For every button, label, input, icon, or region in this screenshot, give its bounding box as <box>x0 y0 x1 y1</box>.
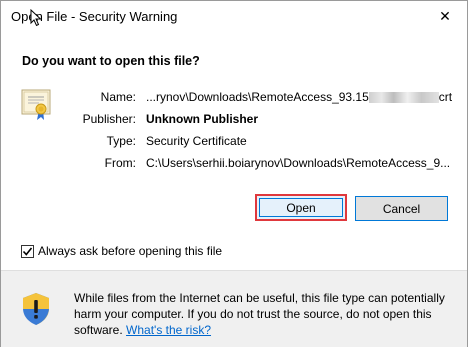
dialog-body: Do you want to open this file? Name: ...… <box>1 33 467 270</box>
open-button-label: Open <box>286 200 316 215</box>
close-icon: ✕ <box>439 8 451 24</box>
open-button[interactable]: Open <box>255 194 347 221</box>
publisher-value: Unknown Publisher <box>146 112 259 126</box>
type-value: Security Certificate <box>146 134 247 148</box>
name-label: Name: <box>100 90 136 104</box>
always-ask-label[interactable]: Always ask before opening this file <box>38 244 222 258</box>
detail-row-publisher: Publisher: Unknown Publisher <box>1 112 467 132</box>
security-warning-dialog: Open File - Security Warning ✕ Do you wa… <box>0 0 468 347</box>
detail-row-from: From: C:\Users\serhii.boiarynov\Download… <box>1 156 467 176</box>
cancel-button[interactable]: Cancel <box>355 196 448 221</box>
whats-the-risk-link[interactable]: What's the risk? <box>126 323 211 337</box>
redacted-segment <box>368 92 439 104</box>
detail-row-name: Name: ...rynov\Downloads\RemoteAccess_93… <box>1 90 467 110</box>
from-label: From: <box>104 156 136 170</box>
warning-message: While files from the Internet can be use… <box>74 291 445 337</box>
cancel-button-label: Cancel <box>382 201 421 216</box>
from-value: C:\Users\serhii.boiarynov\Downloads\Remo… <box>146 156 451 170</box>
name-value: ...rynov\Downloads\RemoteAccess_93.15 crt <box>146 90 453 104</box>
type-label: Type: <box>106 134 136 148</box>
warning-footer: While files from the Internet can be use… <box>1 270 467 347</box>
prompt-heading: Do you want to open this file? <box>22 54 200 68</box>
always-ask-checkbox[interactable] <box>21 244 34 258</box>
mouse-cursor-icon <box>30 9 42 27</box>
checkmark-icon <box>22 247 33 256</box>
title-bar[interactable]: Open File - Security Warning ✕ <box>1 1 467 33</box>
detail-row-type: Type: Security Certificate <box>1 134 467 154</box>
close-button[interactable]: ✕ <box>423 1 467 32</box>
publisher-label: Publisher: <box>82 112 136 126</box>
always-ask-option[interactable]: Always ask before opening this file <box>21 243 222 259</box>
security-shield-icon <box>23 293 49 325</box>
